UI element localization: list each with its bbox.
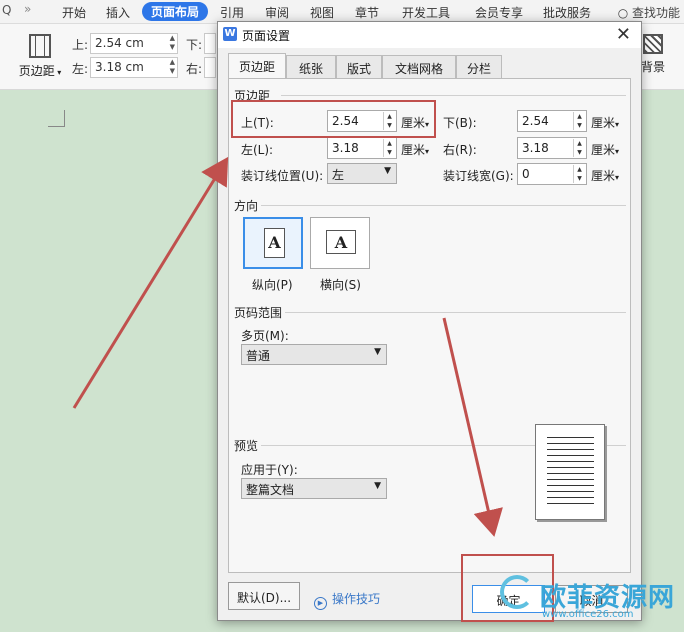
annotation-arrows — [72, 156, 503, 537]
watermark-logo-icon — [500, 575, 534, 609]
